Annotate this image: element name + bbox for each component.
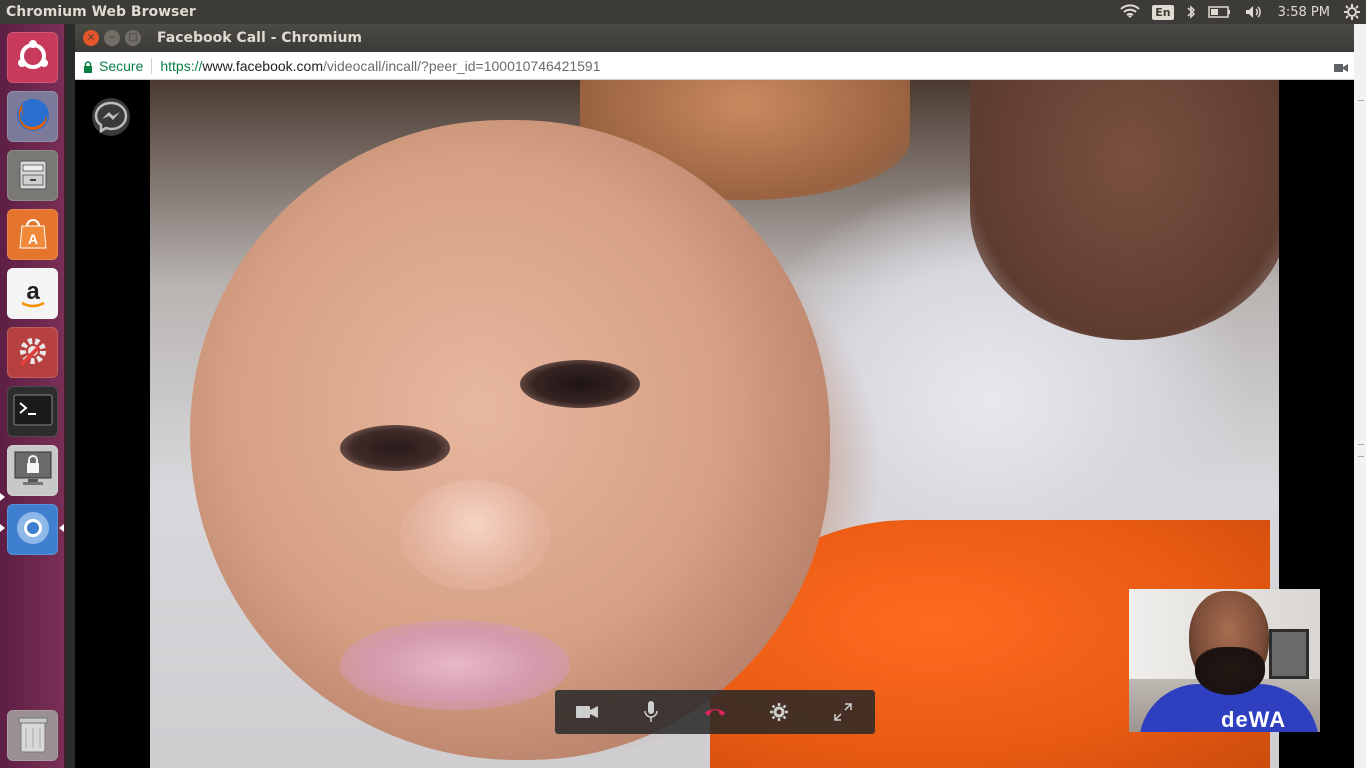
mic-toggle-button[interactable]	[631, 692, 671, 732]
omnibox-divider	[151, 57, 153, 74]
video-subject-eye	[520, 360, 640, 408]
url-host[interactable]: www.facebook.com	[202, 58, 323, 74]
ubuntu-logo-icon	[15, 38, 51, 78]
call-settings-button[interactable]	[759, 692, 799, 732]
video-call-page: deWA	[75, 80, 1354, 768]
messenger-icon[interactable]	[92, 98, 130, 136]
video-subject-face	[190, 120, 830, 760]
launcher-chromium[interactable]	[7, 504, 58, 555]
window-maximize-button[interactable]: □	[125, 30, 141, 46]
launcher-firefox[interactable]	[7, 91, 58, 142]
self-view-picture-frame	[1269, 629, 1309, 679]
volume-icon[interactable]	[1244, 0, 1264, 24]
running-indicator	[0, 493, 5, 501]
launcher-terminal[interactable]	[7, 386, 58, 437]
gear-icon	[770, 703, 788, 721]
clock[interactable]: 3:58 PM	[1278, 0, 1330, 24]
window-close-button[interactable]: ×	[83, 30, 99, 46]
settings-gear-icon[interactable]	[1344, 0, 1360, 24]
trash-icon	[15, 714, 51, 758]
camera-in-use-icon[interactable]	[1334, 60, 1348, 76]
url-scheme[interactable]: https://	[160, 58, 202, 74]
video-subject-nose	[400, 480, 550, 590]
launcher-screen-lock[interactable]	[7, 445, 58, 496]
browser-window: × – □ Facebook Call - Chromium Secure ht…	[75, 24, 1354, 768]
window-minimize-button[interactable]: –	[104, 30, 120, 46]
shopping-bag-icon: A	[14, 214, 52, 256]
microphone-icon	[644, 701, 658, 723]
edge-marker	[1358, 444, 1364, 445]
video-subject-eye	[340, 425, 450, 471]
video-subject-mouth	[340, 620, 570, 710]
running-indicator	[0, 524, 5, 532]
wrench-gear-icon	[13, 331, 53, 375]
launcher-system-settings[interactable]	[7, 327, 58, 378]
indicator-area: En 3:58 PM	[1114, 0, 1366, 24]
fullscreen-button[interactable]	[823, 692, 863, 732]
edge-marker	[1358, 100, 1364, 101]
window-titlebar[interactable]: × – □ Facebook Call - Chromium	[75, 24, 1354, 52]
launcher-files[interactable]	[7, 150, 58, 201]
battery-icon[interactable]	[1207, 0, 1232, 24]
remote-video[interactable]	[150, 80, 1279, 768]
call-controls-bar	[555, 690, 875, 734]
focused-indicator	[59, 524, 64, 532]
amazon-icon: a	[14, 273, 52, 315]
hang-up-icon	[704, 706, 726, 718]
active-app-title: Chromium Web Browser	[6, 4, 196, 20]
secure-label[interactable]: Secure	[99, 58, 143, 74]
bluetooth-icon[interactable]	[1186, 0, 1196, 24]
firefox-icon	[13, 95, 53, 139]
self-view-video[interactable]: deWA	[1129, 589, 1320, 732]
video-background-person	[970, 80, 1279, 340]
video-toggle-button[interactable]	[567, 692, 607, 732]
terminal-icon	[13, 394, 53, 430]
launcher: A a	[0, 24, 65, 768]
window-title: Facebook Call - Chromium	[157, 30, 363, 46]
address-bar[interactable]: Secure https:// www.facebook.com /videoc…	[75, 52, 1354, 80]
file-cabinet-icon	[14, 155, 52, 197]
end-call-button[interactable]	[695, 692, 735, 732]
launcher-amazon[interactable]: a	[7, 268, 58, 319]
edge-marker	[1358, 456, 1364, 457]
video-camera-icon	[576, 705, 598, 719]
window-right-edge	[1354, 24, 1366, 768]
launcher-ubuntu-dash[interactable]	[7, 32, 58, 83]
svg-text:a: a	[26, 278, 40, 305]
top-panel: Chromium Web Browser En 3:58 PM	[0, 0, 1366, 24]
wifi-icon[interactable]	[1120, 0, 1140, 24]
chromium-icon	[13, 508, 53, 552]
lock-icon[interactable]	[83, 60, 93, 73]
launcher-trash[interactable]	[7, 710, 58, 761]
expand-icon	[834, 703, 852, 721]
self-view-beard	[1195, 647, 1265, 695]
svg-text:A: A	[27, 231, 37, 247]
lock-screen-icon	[12, 448, 54, 494]
keyboard-layout-indicator[interactable]: En	[1152, 0, 1174, 24]
self-view-shirt-text: deWA	[1221, 707, 1287, 732]
url-path[interactable]: /videocall/incall/?peer_id=1000107464215…	[323, 58, 601, 74]
launcher-software-center[interactable]: A	[7, 209, 58, 260]
